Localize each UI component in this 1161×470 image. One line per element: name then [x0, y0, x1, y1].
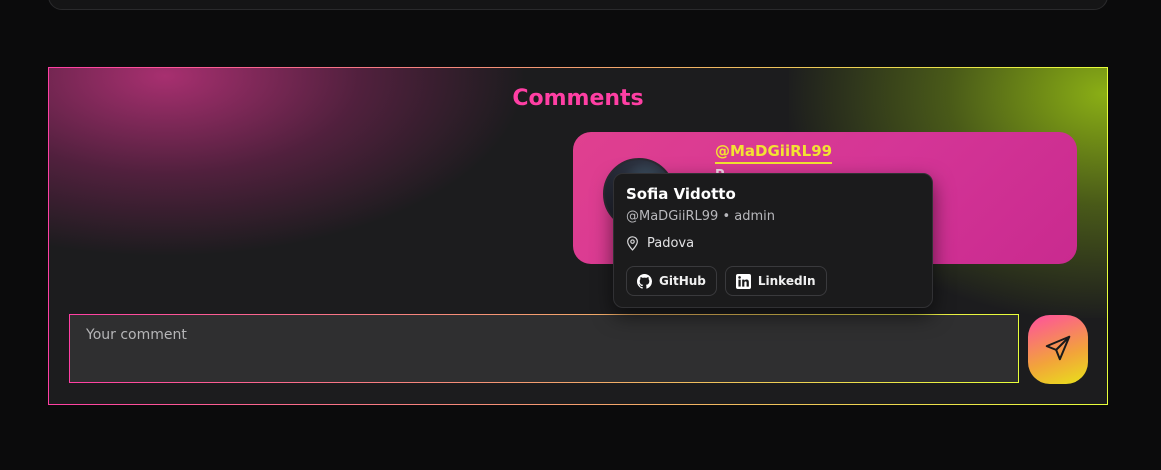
- github-label: GitHub: [659, 274, 706, 288]
- linkedin-label: LinkedIn: [757, 274, 816, 288]
- linkedin-icon: [735, 273, 751, 289]
- github-link-button[interactable]: GitHub: [626, 266, 717, 296]
- linkedin-link-button[interactable]: LinkedIn: [724, 266, 827, 296]
- popover-location: Padova: [626, 236, 694, 251]
- user-popover: Sofia Vidotto @MaDGiiRL99 • admin Padova…: [613, 173, 933, 308]
- popover-handle-role: @MaDGiiRL99 • admin: [626, 209, 775, 224]
- comment-input[interactable]: [69, 314, 1019, 383]
- comment-author-link[interactable]: @MaDGiiRL99: [715, 142, 833, 164]
- send-button[interactable]: [1028, 315, 1088, 384]
- location-label: Padova: [647, 236, 695, 251]
- map-pin-icon: [626, 236, 639, 251]
- popover-links: GitHub LinkedIn: [626, 266, 827, 296]
- popover-name: Sofia Vidotto: [626, 185, 736, 203]
- comments-title: Comments: [512, 86, 644, 111]
- github-icon: [637, 273, 652, 289]
- comments-section: Comments @MaDGiiRL99 P: [48, 67, 1108, 405]
- previous-card: [48, 0, 1108, 10]
- send-icon: [1043, 333, 1073, 366]
